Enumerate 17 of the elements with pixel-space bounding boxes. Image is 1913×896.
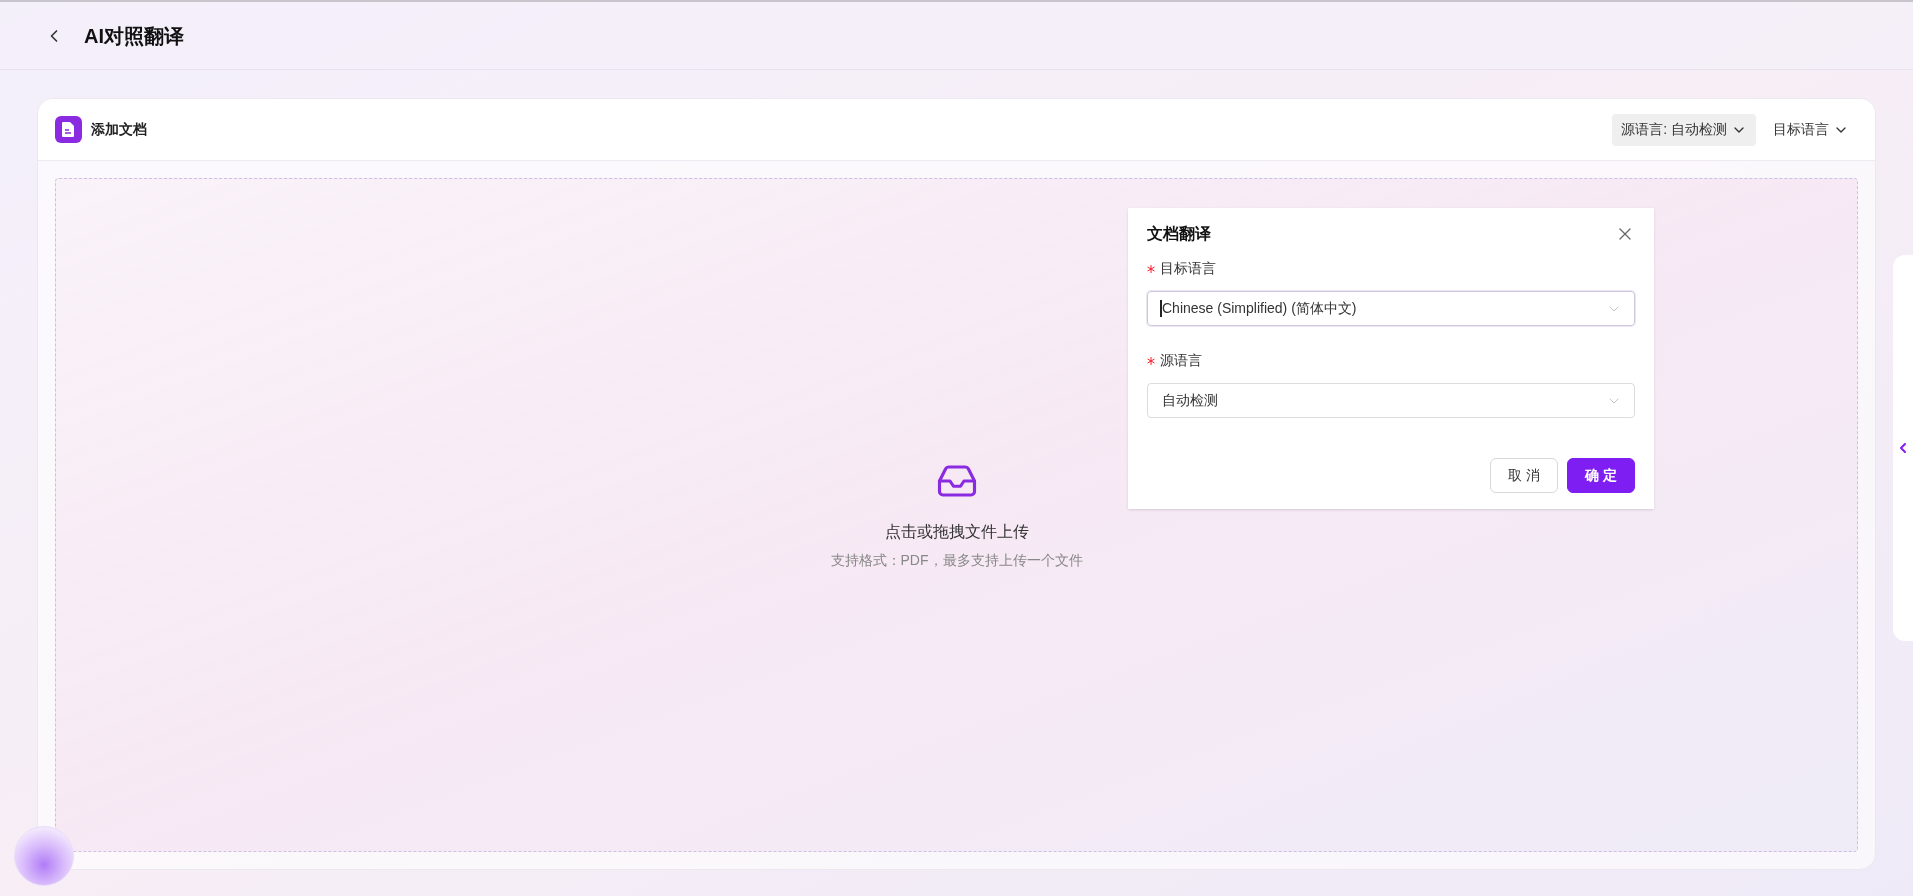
select-value: 自动检测 [1162,391,1218,410]
page-title: AI对照翻译 [84,23,184,49]
document-icon [55,116,82,143]
upload-dropzone[interactable]: 点击或拖拽文件上传 支持格式：PDF，最多支持上传一个文件 文档翻译 目标语言 Chinese (Simplified) (简体中文) 源语言 自动检测 取 消 确 定 [55,178,1858,852]
field-label: 目标语言 [1160,259,1216,278]
upload-text: 点击或拖拽文件上传 [884,521,1029,542]
upload-hint: 支持格式：PDF，最多支持上传一个文件 [830,550,1083,570]
confirm-button[interactable]: 确 定 [1567,458,1635,493]
language-select[interactable]: 自动检测 [1147,383,1635,418]
language-select[interactable]: Chinese (Simplified) (简体中文) [1147,291,1635,326]
dialog-title: 文档翻译 [1147,224,1211,244]
language-dropdown[interactable]: 目标语言 [1764,113,1858,146]
cancel-button[interactable]: 取 消 [1490,458,1559,493]
card-title: 添加文档 [91,120,147,139]
language-dropdown[interactable]: 源语言: 自动检测 [1612,113,1756,146]
field-label: 源语言 [1160,351,1202,370]
select-value: Chinese (Simplified) (简体中文) [1162,299,1357,318]
